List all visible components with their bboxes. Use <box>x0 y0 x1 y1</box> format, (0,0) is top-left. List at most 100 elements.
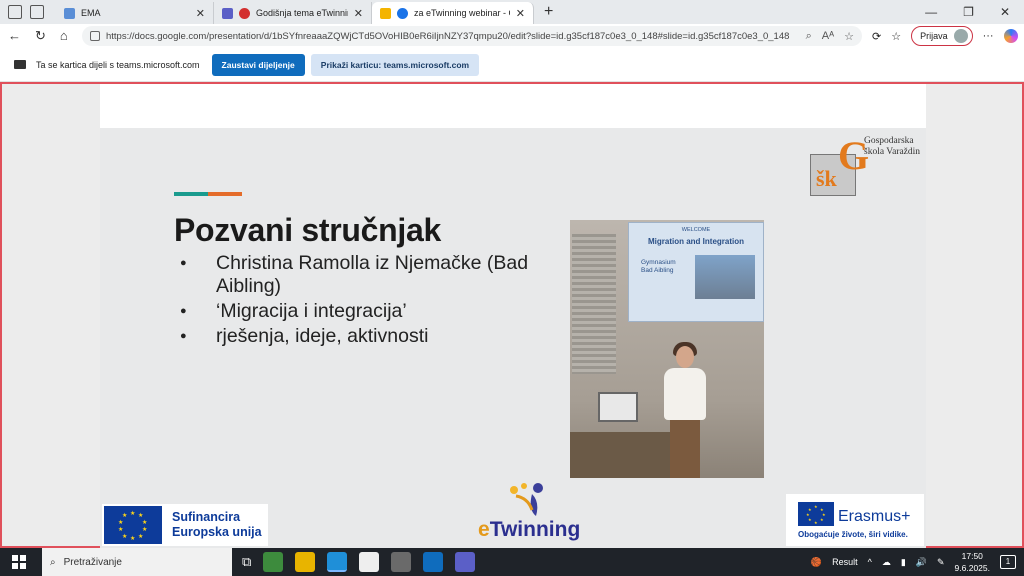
weather-text[interactable]: Result <box>832 557 858 567</box>
shared-content-frame: šk G Gospodarska škola Varaždin Pozvani … <box>0 82 1024 548</box>
minimize-icon[interactable]: — <box>925 5 937 19</box>
tab-ema[interactable]: EMA ✕ <box>56 2 214 24</box>
edge-browser-icon[interactable] <box>327 552 348 572</box>
extensions-icon[interactable]: ⟳ <box>872 30 881 43</box>
show-tab-button[interactable]: Prikaži karticu: teams.microsoft.com <box>310 53 480 76</box>
close-icon[interactable]: ✕ <box>516 7 525 20</box>
url-field[interactable]: https://docs.google.com/presentation/d/1… <box>82 26 862 46</box>
eu-cofunded-logo: ★ ★ ★ ★ ★ ★ ★ ★ ★ ★ Sufinancira Europska unija <box>102 504 268 546</box>
clock-date: 9.6.2025. <box>954 563 990 573</box>
school-name-line1: Gospodarska <box>864 136 914 146</box>
school-name: Gospodarska škola Varaždin <box>864 136 928 158</box>
avatar <box>953 29 968 43</box>
teams-taskbar-icon[interactable] <box>455 552 476 572</box>
file-explorer-icon[interactable] <box>295 552 316 572</box>
recording-icon <box>239 7 250 19</box>
system-tray: 🏀 Result ^ ☁ ▮ 🔊 ✎ 17:50 9.6.2025. 1 <box>811 550 1024 574</box>
speaker-photo: WELCOME Migration and Integration Gymnas… <box>570 220 764 478</box>
title-accent <box>174 192 242 196</box>
home-icon[interactable]: ⌂ <box>60 28 68 44</box>
address-bar: ← ↻ ⌂ https://docs.google.com/presentati… <box>0 24 1024 48</box>
eu-flag-icon: ★ ★ ★ ★ ★ ★ ★ ★ <box>798 502 834 526</box>
sharing-icon <box>397 7 408 19</box>
erasmus-tagline: Obogaćuje živote, širi vidike. <box>798 530 908 539</box>
bullet-item: rješenja, ideje, aktivnosti <box>180 325 560 348</box>
taskbar-search[interactable]: ⌕ Pretraživanje <box>42 548 232 576</box>
chevron-up-icon[interactable]: ^ <box>868 557 872 567</box>
etwinning-rest: Twinning <box>489 518 581 541</box>
url-text[interactable]: https://docs.google.com/presentation/d/1… <box>106 31 796 42</box>
close-window-icon[interactable]: ✕ <box>1000 5 1010 19</box>
outlook-icon[interactable] <box>423 552 444 572</box>
sign-in-button[interactable]: Prijava <box>911 26 973 46</box>
projector-title: Migration and Integration <box>648 237 744 246</box>
photos-app-icon[interactable] <box>263 552 284 572</box>
collections-icon[interactable]: ☆ <box>891 30 901 43</box>
windows-taskbar: ⌕ Pretraživanje ⧉ 🏀 Result ^ ☁ ▮ 🔊 ✎ 17:… <box>0 548 1024 576</box>
tab-bar: EMA ✕ Godišnja tema eTwinninga k ✕ za eT… <box>0 0 1024 24</box>
projector-school-line1: Gymnasium <box>641 259 676 266</box>
usb-icon[interactable]: ▮ <box>901 557 906 568</box>
stop-sharing-button[interactable]: Zaustavi dijeljenje <box>211 53 305 76</box>
workspaces-icon[interactable] <box>8 5 22 19</box>
eu-line2: Europska unija <box>172 525 262 539</box>
browser-tools: ⟳ ☆ Prijava ··· <box>872 26 1018 46</box>
eu-line1: Sufinancira <box>172 510 241 524</box>
erasmus-name: Erasmus+ <box>838 508 911 525</box>
slide-top-strip <box>100 84 926 128</box>
tab-actions-icon[interactable] <box>30 5 44 19</box>
monitor <box>598 392 638 422</box>
projector-school-line2: Bad Aibling <box>641 267 674 274</box>
school-name-line2: škola Varaždin <box>864 147 921 157</box>
clock[interactable]: 17:50 9.6.2025. <box>955 550 990 574</box>
cloud-icon[interactable]: ☁ <box>882 557 891 568</box>
erasmus-logo: ★ ★ ★ ★ ★ ★ ★ ★ Erasmus+ Obogaćuje živote, ši… <box>786 494 924 546</box>
screen-share-icon <box>14 60 26 69</box>
close-icon[interactable]: ✕ <box>196 7 205 20</box>
window-controls: — ❐ ✕ <box>925 5 1024 19</box>
pen-icon[interactable]: ✎ <box>937 557 945 568</box>
bullet-item: Christina Ramolla iz Njemačke (Bad Aibli… <box>180 252 560 298</box>
minecraft-icon[interactable] <box>391 552 412 572</box>
tab-godisnja-tema[interactable]: Godišnja tema eTwinninga k ✕ <box>214 2 372 24</box>
speaker-figure <box>656 342 714 478</box>
presentation-slide: šk G Gospodarska škola Varaždin Pozvani … <box>100 128 926 548</box>
etwinning-e: e <box>478 518 490 541</box>
etwinning-logo: eTwinning <box>472 480 584 546</box>
taskbar-apps: ⧉ <box>242 552 476 572</box>
close-icon[interactable]: ✕ <box>354 7 363 20</box>
tab-actions <box>0 5 56 19</box>
windows-start-icon[interactable] <box>12 555 26 569</box>
volume-icon[interactable]: 🔊 <box>916 557 927 568</box>
notification-icon[interactable]: 1 <box>1000 555 1016 569</box>
teams-icon <box>222 7 233 19</box>
lock-icon[interactable] <box>90 31 100 41</box>
zoom-icon[interactable]: ⌕ <box>806 30 812 43</box>
projector-welcome: WELCOME <box>681 227 711 233</box>
slides-icon <box>380 7 391 19</box>
favorite-star-icon[interactable]: ☆ <box>844 30 854 43</box>
maximize-icon[interactable]: ❐ <box>963 5 974 19</box>
eu-flag-icon: ★ ★ ★ ★ ★ ★ ★ ★ ★ ★ <box>104 506 162 544</box>
sign-in-label: Prijava <box>920 31 948 41</box>
task-view-icon[interactable]: ⧉ <box>242 554 251 570</box>
slide-title: Pozvani stručnjak <box>174 212 441 248</box>
refresh-icon[interactable]: ↻ <box>35 28 46 44</box>
logo-letters: šk <box>816 166 837 191</box>
projector-school: Gymnasium Bad Aibling <box>641 259 676 275</box>
notepad-icon[interactable] <box>359 552 380 572</box>
new-tab-button[interactable]: + <box>534 3 563 21</box>
back-icon[interactable]: ← <box>8 28 21 44</box>
search-placeholder: Pretraživanje <box>63 556 122 568</box>
sharing-infobar: Ta se kartica dijeli s teams.microsoft.c… <box>0 48 1024 82</box>
more-icon[interactable]: ··· <box>983 30 994 42</box>
read-aloud-icon[interactable]: Aᴬ <box>822 30 834 42</box>
projector-image <box>695 255 755 299</box>
search-icon: ⌕ <box>50 556 56 568</box>
copilot-icon[interactable] <box>1003 29 1018 43</box>
weather-icon[interactable]: 🏀 <box>811 557 822 568</box>
tab-etwinning-webinar[interactable]: za eTwinning webinar - Goo ✕ <box>372 2 534 24</box>
tab-title: Godišnja tema eTwinninga k <box>256 8 348 18</box>
tab-title: za eTwinning webinar - Goo <box>414 8 510 18</box>
window-blinds <box>572 234 616 374</box>
